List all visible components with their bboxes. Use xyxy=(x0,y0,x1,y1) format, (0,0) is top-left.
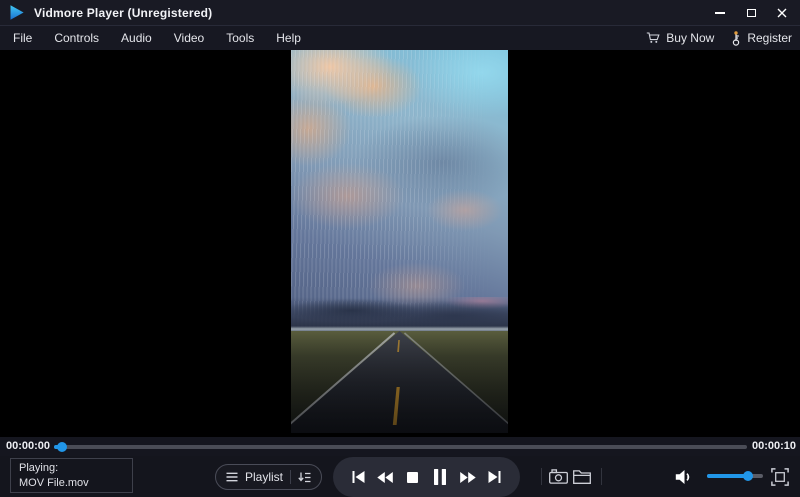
fast-forward-icon xyxy=(460,472,476,483)
menubar-actions: Buy Now Register xyxy=(646,26,792,50)
volume-slider[interactable] xyxy=(707,474,763,478)
seek-thumb[interactable] xyxy=(57,442,67,452)
list-icon xyxy=(226,472,238,482)
now-playing-label: Playing: xyxy=(19,461,124,476)
menu-audio[interactable]: Audio xyxy=(110,26,163,50)
speaker-icon xyxy=(675,469,695,485)
minimize-button[interactable] xyxy=(711,3,729,22)
window-title: Vidmore Player (Unregistered) xyxy=(34,6,212,20)
separator xyxy=(541,468,542,485)
separator xyxy=(601,468,602,485)
previous-icon xyxy=(352,471,365,483)
fullscreen-icon xyxy=(771,468,789,486)
folder-icon xyxy=(573,470,591,484)
fullscreen-button[interactable] xyxy=(768,456,792,497)
playlist-button[interactable]: Playlist xyxy=(215,464,322,490)
window-controls xyxy=(711,0,791,25)
playlist-divider xyxy=(290,470,291,484)
rewind-icon xyxy=(377,472,393,483)
menu-file[interactable]: File xyxy=(2,26,43,50)
video-display[interactable] xyxy=(291,50,508,433)
previous-button[interactable] xyxy=(346,465,370,489)
app-logo-icon xyxy=(8,4,25,21)
video-stage xyxy=(0,50,800,437)
snapshot-button[interactable] xyxy=(546,456,570,497)
now-playing-box: Playing: MOV File.mov xyxy=(10,458,133,493)
buy-now-button[interactable]: Buy Now xyxy=(646,31,714,45)
buy-now-label: Buy Now xyxy=(666,31,714,45)
seek-row: 00:00:00 00:00:10 xyxy=(0,437,800,456)
minimize-icon xyxy=(715,12,725,14)
control-bar: Playing: MOV File.mov Playlist xyxy=(0,456,800,497)
pause-button[interactable] xyxy=(428,465,452,489)
key-icon xyxy=(731,31,741,46)
volume-fill xyxy=(707,474,748,478)
play-order-icon[interactable] xyxy=(298,472,311,483)
now-playing-filename: MOV File.mov xyxy=(19,476,124,491)
cart-icon xyxy=(646,32,660,44)
menu-bar: File Controls Audio Video Tools Help Buy… xyxy=(0,25,800,50)
playlist-label: Playlist xyxy=(245,470,283,484)
video-streak-artifacts xyxy=(291,50,508,331)
menu-tools[interactable]: Tools xyxy=(215,26,265,50)
fast-forward-button[interactable] xyxy=(456,465,480,489)
stop-button[interactable] xyxy=(401,465,425,489)
transport-controls xyxy=(333,457,520,497)
register-button[interactable]: Register xyxy=(731,31,792,46)
next-button[interactable] xyxy=(483,465,507,489)
elapsed-time: 00:00:00 xyxy=(6,440,50,452)
close-icon xyxy=(777,8,787,18)
volume-thumb[interactable] xyxy=(743,471,753,481)
close-button[interactable] xyxy=(773,3,791,22)
seek-slider[interactable] xyxy=(54,445,747,449)
camera-icon xyxy=(549,469,568,484)
title-bar: Vidmore Player (Unregistered) xyxy=(0,0,800,25)
rewind-button[interactable] xyxy=(373,465,397,489)
pause-icon xyxy=(434,469,446,485)
maximize-button[interactable] xyxy=(742,3,760,22)
maximize-icon xyxy=(747,9,756,17)
mute-button[interactable] xyxy=(672,456,698,497)
next-icon xyxy=(488,471,501,483)
menu-video[interactable]: Video xyxy=(163,26,215,50)
open-file-button[interactable] xyxy=(570,456,594,497)
register-label: Register xyxy=(747,31,792,45)
duration-time: 00:00:10 xyxy=(752,440,796,452)
menu-controls[interactable]: Controls xyxy=(43,26,110,50)
menu-help[interactable]: Help xyxy=(265,26,312,50)
video-vignette xyxy=(291,303,508,433)
stop-icon xyxy=(407,472,418,483)
